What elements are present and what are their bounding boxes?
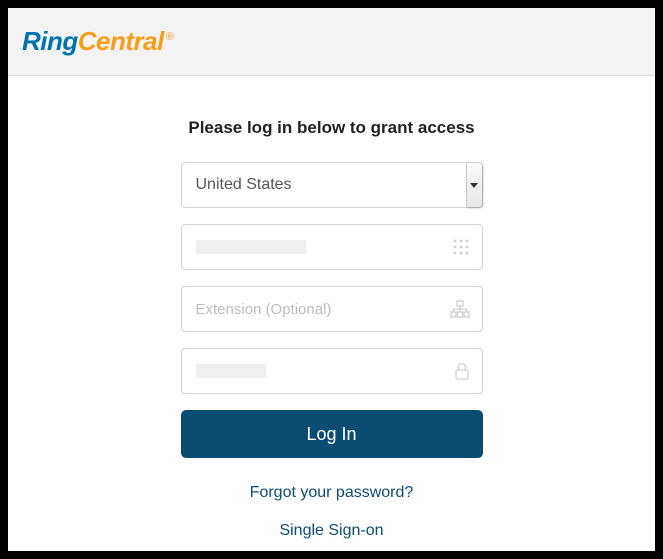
password-field-wrapper (181, 348, 483, 394)
forgot-password-link[interactable]: Forgot your password? (250, 484, 414, 502)
password-redacted (196, 364, 266, 378)
login-button[interactable]: Log In (181, 410, 483, 458)
dialpad-icon (452, 238, 470, 256)
logo-part-central: Central (78, 26, 164, 56)
extension-field-wrapper (181, 286, 483, 332)
login-form: United States (181, 162, 483, 458)
page-title: Please log in below to grant access (188, 118, 474, 138)
lock-icon (454, 361, 470, 381)
logo-part-ring: Ring (22, 26, 78, 56)
header: RingCentral® (8, 8, 655, 76)
links: Forgot your password? Single Sign-on (250, 484, 414, 540)
country-selected-value: United States (196, 176, 466, 194)
sso-link[interactable]: Single Sign-on (279, 522, 383, 540)
country-dropdown-button[interactable] (466, 163, 482, 207)
extension-input[interactable] (196, 287, 468, 331)
phone-field-wrapper (181, 224, 483, 270)
country-select[interactable]: United States (181, 162, 483, 208)
logo: RingCentral® (22, 26, 173, 57)
orgchart-icon (450, 300, 470, 318)
login-window: RingCentral® Please log in below to gran… (8, 8, 655, 551)
chevron-down-icon (470, 183, 478, 188)
phone-redacted (196, 240, 306, 254)
main-content: Please log in below to grant access Unit… (8, 76, 655, 551)
logo-registered: ® (166, 31, 174, 43)
